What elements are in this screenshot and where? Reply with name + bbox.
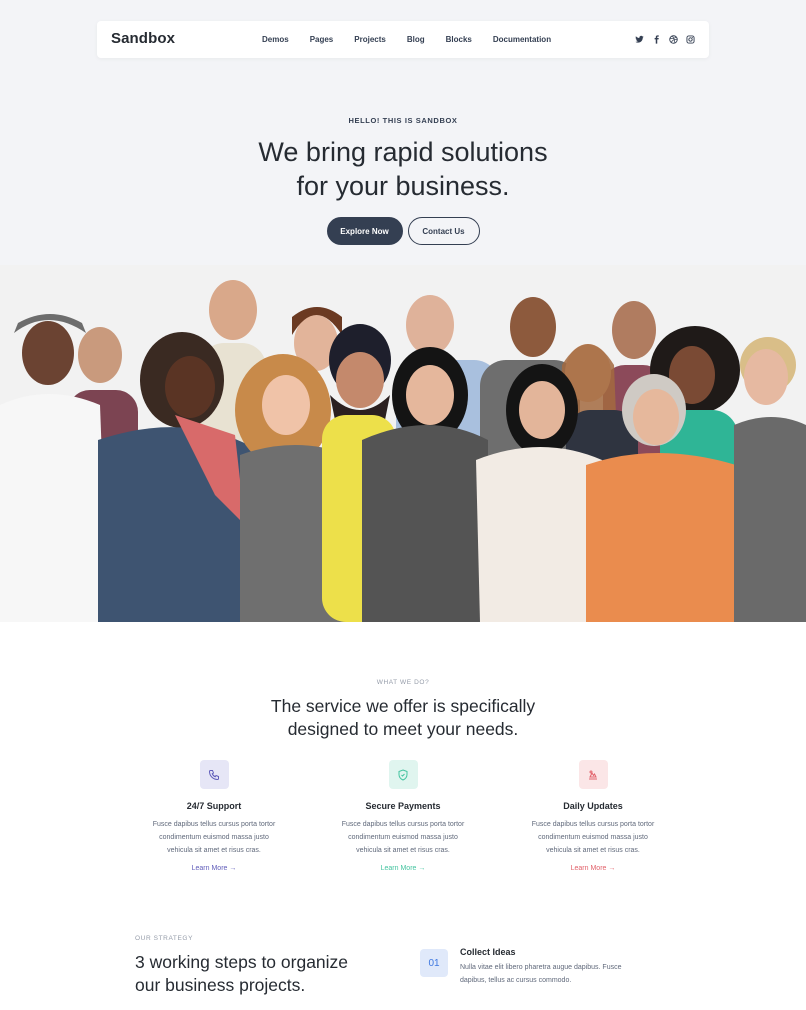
strategy-title-line-2: our business projects. [135,975,306,995]
step-number-badge: 01 [420,949,448,977]
step-description: Nulla vitae elit libero pharetra augue d… [460,961,660,987]
contact-us-button[interactable]: Contact Us [407,217,480,245]
nav-link-blog[interactable]: Blog [407,35,425,44]
logo[interactable]: Sandbox [111,30,175,47]
service-description: Fusce dapibus tellus cursus porta tortor… [513,818,673,857]
service-text-line: Fusce dapibus tellus cursus porta tortor [531,821,655,828]
shield-icon [388,760,418,789]
service-text-line: vehicula sit amet et risus cras. [356,847,450,854]
services-title: The service we offer is specifically des… [0,695,806,741]
instagram-icon[interactable] [685,35,695,45]
navbar: Sandbox Demos Pages Projects Blog Blocks… [97,21,709,58]
twitter-icon[interactable] [634,35,644,45]
hero-title-line-1: We bring rapid solutions [258,137,548,167]
service-text-line: condimentum euismod massa justo [538,834,648,841]
hero-eyebrow: HELLO! THIS IS SANDBOX [348,116,458,125]
service-card-updates: Daily Updates Fusce dapibus tellus cursu… [513,760,673,875]
learn-more-link[interactable]: Learn More → [381,865,426,872]
strategy-title-line-1: 3 working steps to organize [135,952,349,972]
nav-link-demos[interactable]: Demos [262,35,289,44]
service-text-line: Fusce dapibus tellus cursus porta tortor [341,821,465,828]
explore-now-button[interactable]: Explore Now [326,217,403,245]
service-text-line: condimentum euismod massa justo [348,834,458,841]
strategy-title: 3 working steps to organize our business… [135,951,395,997]
service-text-line: Fusce dapibus tellus cursus porta tortor [152,821,276,828]
social-links [634,21,695,58]
step-text-line: Nulla vitae elit libero pharetra augue d… [460,964,622,971]
nav-link-blocks[interactable]: Blocks [446,35,472,44]
services-eyebrow: WHAT WE DO? [376,679,430,686]
nav-link-projects[interactable]: Projects [354,35,386,44]
service-text-line: vehicula sit amet et risus cras. [167,847,261,854]
dribbble-icon[interactable] [668,35,678,45]
nav-link-pages[interactable]: Pages [310,35,334,44]
learn-more-link[interactable]: Learn More → [571,865,616,872]
team-photo [0,265,806,622]
service-description: Fusce dapibus tellus cursus porta tortor… [323,818,483,857]
service-text-line: condimentum euismod massa justo [159,834,269,841]
step-text-line: dapibus, tellus ac cursus commodo. [460,977,572,984]
nav-link-documentation[interactable]: Documentation [493,35,551,44]
phone-icon [199,760,229,789]
hero-title: We bring rapid solutions for your busine… [0,135,806,203]
service-card-support: 24/7 Support Fusce dapibus tellus cursus… [134,760,294,875]
learn-more-link[interactable]: Learn More → [192,865,237,872]
service-card-payments: Secure Payments Fusce dapibus tellus cur… [323,760,483,875]
update-icon [578,760,608,789]
step-title: Collect Ideas [460,947,516,957]
services-title-line-2: designed to meet your needs. [287,719,519,739]
service-text-line: vehicula sit amet et risus cras. [546,847,640,854]
service-title: 24/7 Support [186,801,242,811]
facebook-icon[interactable] [651,35,661,45]
service-title: Secure Payments [365,801,441,811]
service-description: Fusce dapibus tellus cursus porta tortor… [134,818,294,857]
services-title-line-1: The service we offer is specifically [270,696,536,716]
service-title: Daily Updates [563,801,623,811]
hero-buttons: Explore Now Contact Us [0,217,806,245]
hero-title-line-2: for your business. [296,171,510,201]
strategy-eyebrow: OUR STRATEGY [135,935,194,942]
nav-links: Demos Pages Projects Blog Blocks Documen… [262,21,572,58]
